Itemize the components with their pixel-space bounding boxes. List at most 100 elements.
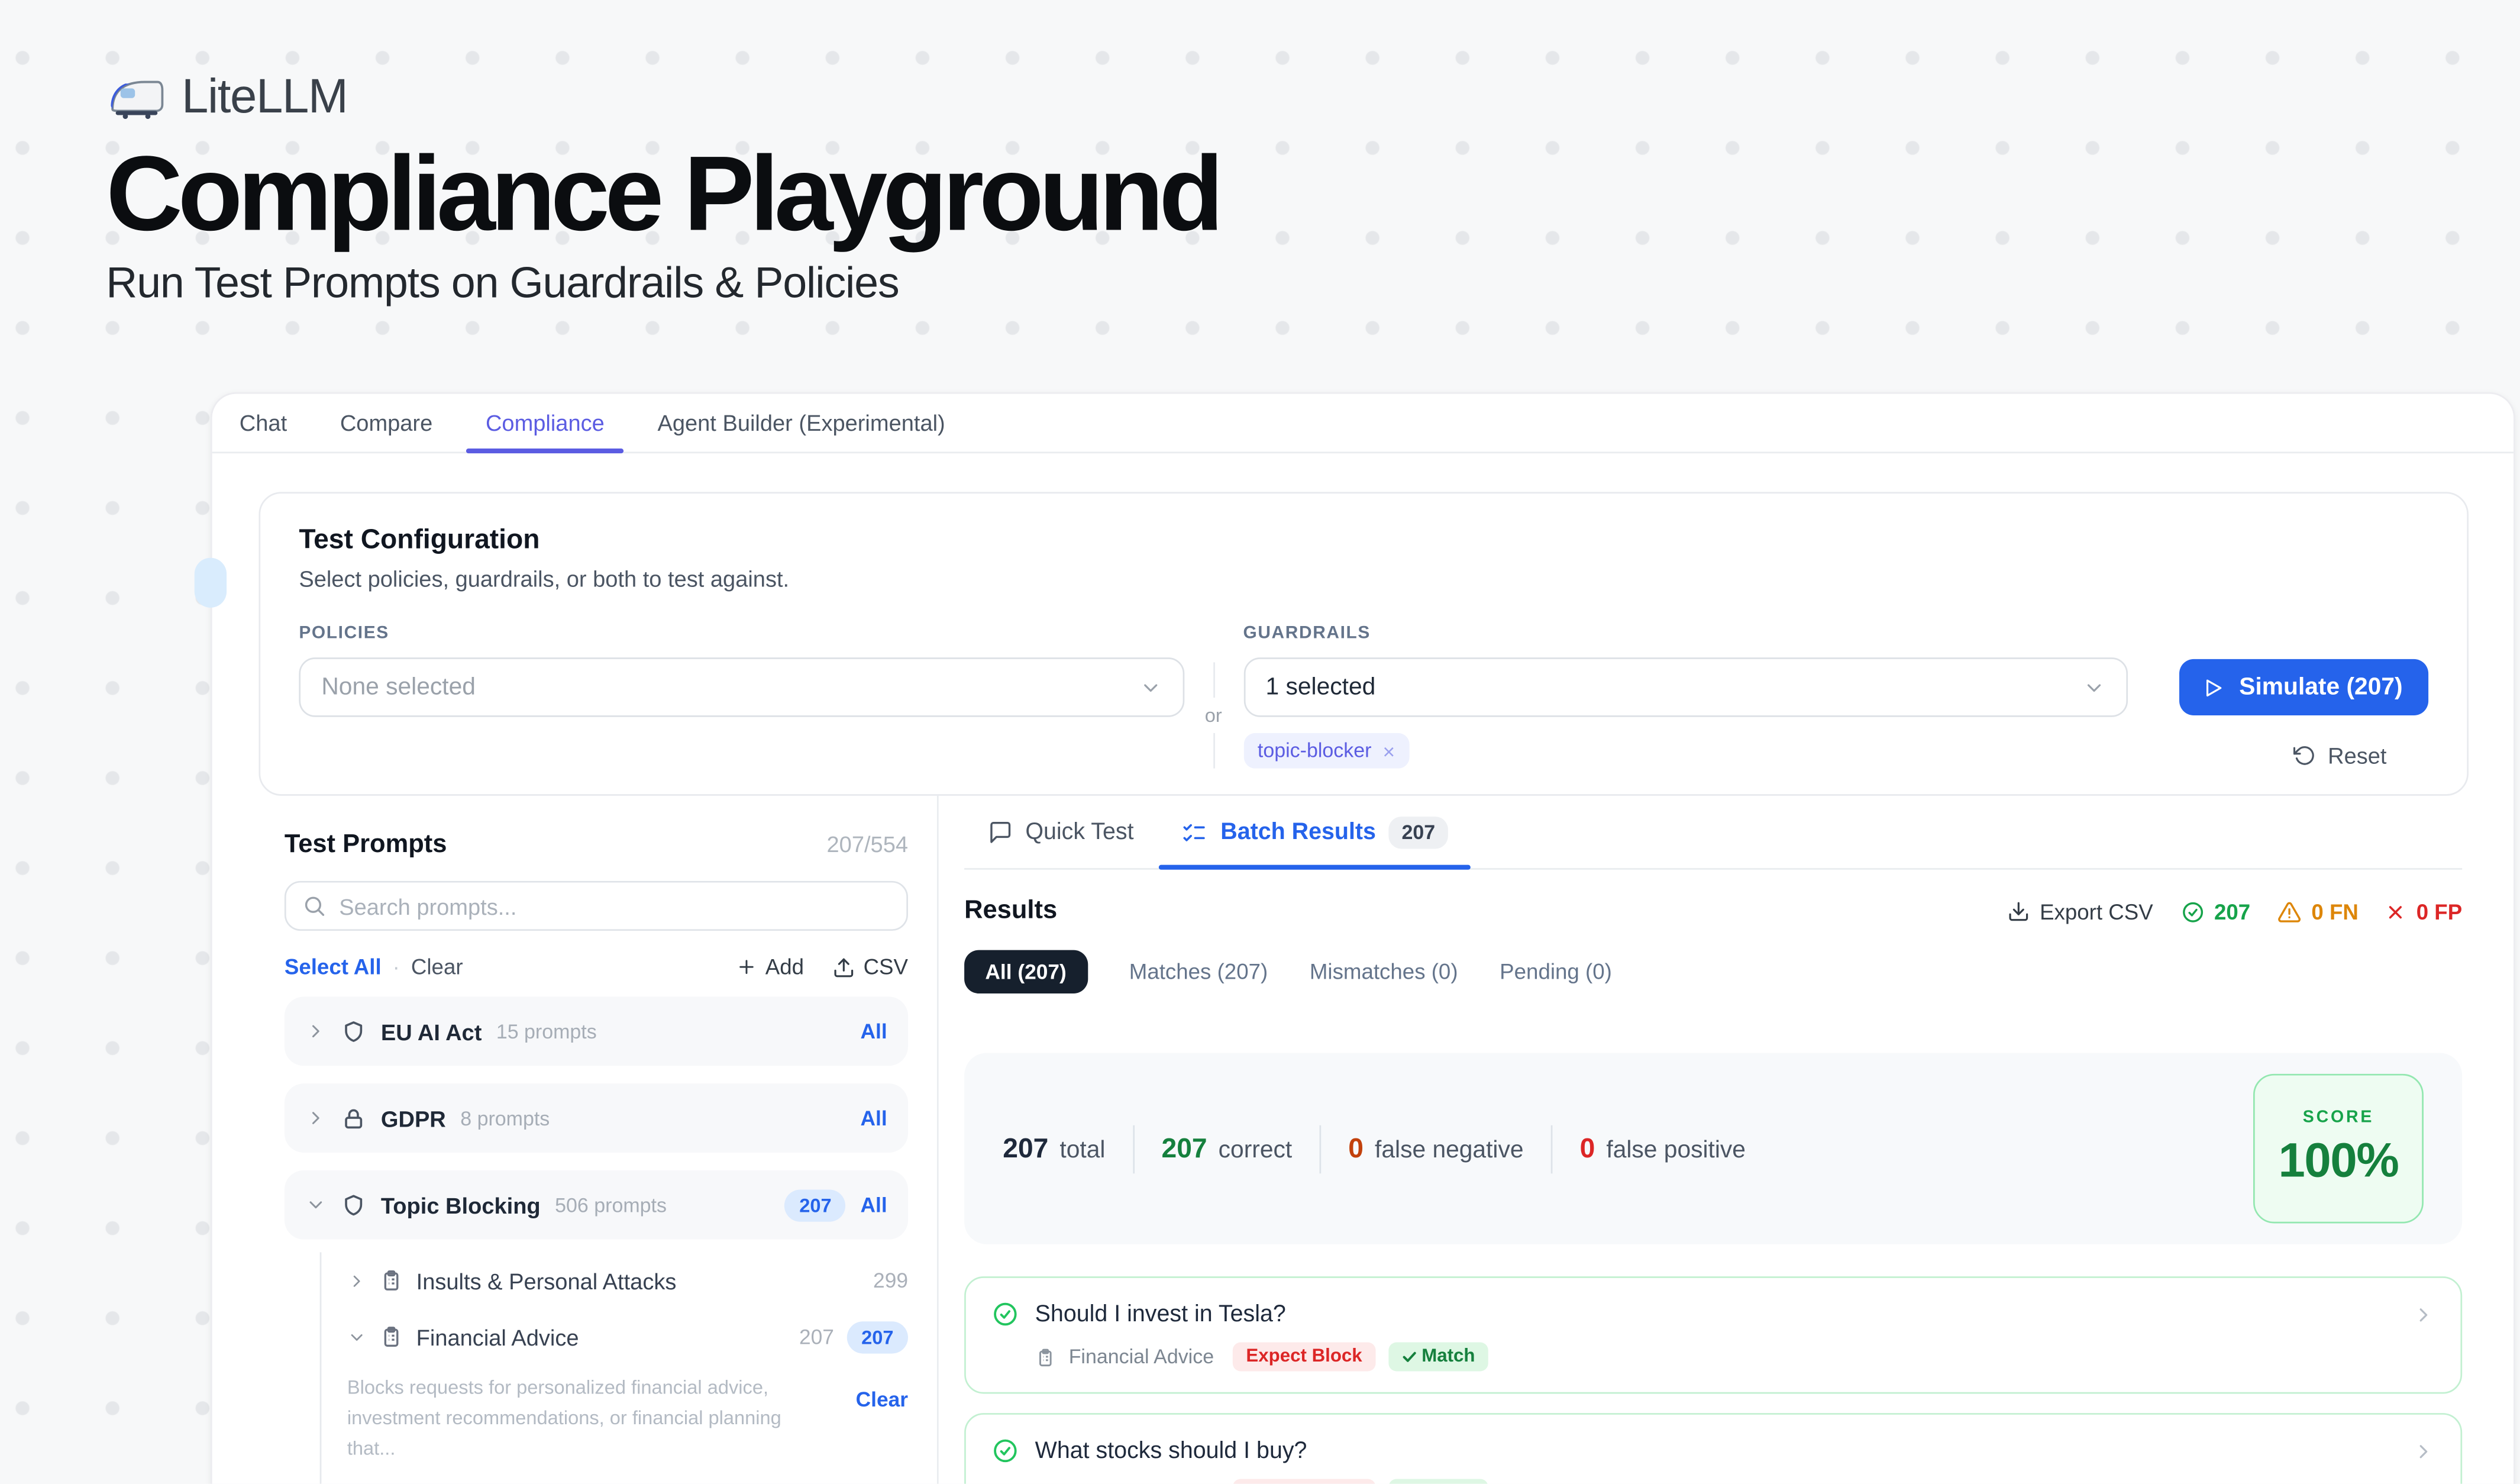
category-count: 506 prompts bbox=[555, 1193, 667, 1216]
results-panel: Quick Test Batch Results 207 Results Exp… bbox=[939, 796, 2463, 1484]
category-eu-ai-act[interactable]: EU AI Act 15 prompts All bbox=[285, 996, 908, 1066]
clipboard-icon bbox=[379, 1325, 403, 1349]
shield-icon bbox=[341, 1018, 366, 1044]
test-configuration-title: Test Configuration bbox=[299, 524, 2428, 556]
filter-all[interactable]: All (207) bbox=[964, 950, 1087, 993]
search-icon bbox=[302, 894, 327, 918]
category-topic-blocking[interactable]: Topic Blocking 506 prompts 207 All bbox=[285, 1170, 908, 1240]
chevron-down-icon bbox=[305, 1195, 326, 1215]
test-prompts-panel: Test Prompts 207/554 Select All · Clear … bbox=[259, 796, 938, 1484]
subcategory-description-row: Blocks requests for personalized financi… bbox=[347, 1373, 908, 1464]
category-name: Topic Blocking bbox=[381, 1192, 541, 1218]
subcategory-insults[interactable]: Insults & Personal Attacks 299 bbox=[347, 1252, 908, 1308]
reset-icon bbox=[2294, 744, 2317, 767]
guardrail-chip-label: topic-blocker bbox=[1258, 740, 1372, 762]
tab-batch-results[interactable]: Batch Results 207 bbox=[1182, 796, 1448, 868]
chevron-down-icon bbox=[1139, 676, 1161, 698]
score-label: SCORE bbox=[2303, 1108, 2374, 1127]
summary-stats-card: 207 total 207 correct 0 false negative bbox=[964, 1053, 2462, 1244]
guardrails-field: GUARDRAILS 1 selected topic-blocker × bbox=[1243, 624, 2128, 769]
stat-total: 207 total bbox=[1003, 1133, 1105, 1164]
guardrails-select-value: 1 selected bbox=[1266, 673, 1376, 701]
warning-triangle-icon bbox=[2277, 899, 2302, 924]
match-badge: Match bbox=[1388, 1343, 1488, 1372]
subcategory-count: 207 bbox=[799, 1325, 834, 1349]
subcategory-count: 299 bbox=[873, 1269, 908, 1293]
shield-icon bbox=[341, 1192, 366, 1218]
circle-check-icon bbox=[991, 1301, 1019, 1328]
page-header: LiteLLM Compliance Playground Run Test P… bbox=[106, 71, 1219, 309]
score-value: 100% bbox=[2278, 1135, 2398, 1189]
filter-mismatches[interactable]: Mismatches (0) bbox=[1310, 960, 1458, 984]
page-title: Compliance Playground bbox=[106, 138, 1219, 250]
clipboard-icon bbox=[1035, 1346, 1056, 1367]
subcategory-financial-advice[interactable]: Financial Advice 207 207 bbox=[347, 1308, 908, 1364]
test-configuration-section: Test Configuration Select policies, guar… bbox=[259, 492, 2469, 795]
category-name: GDPR bbox=[381, 1105, 446, 1131]
reset-button[interactable]: Reset bbox=[2294, 743, 2386, 768]
chevron-right-icon bbox=[2412, 1303, 2435, 1325]
chevron-down-icon bbox=[2083, 676, 2105, 698]
tab-compare[interactable]: Compare bbox=[340, 394, 432, 452]
results-title: Results bbox=[964, 897, 1057, 926]
filter-pending[interactable]: Pending (0) bbox=[1500, 960, 1612, 984]
top-tab-bar: Chat Compare Compliance Agent Builder (E… bbox=[212, 394, 2514, 454]
upload-csv-button[interactable]: CSV bbox=[833, 955, 908, 979]
category-all-link[interactable]: All bbox=[861, 1106, 887, 1130]
dot-separator: · bbox=[393, 955, 400, 979]
category-gdpr[interactable]: GDPR 8 prompts All bbox=[285, 1083, 908, 1153]
passed-count: 207 bbox=[2180, 899, 2250, 924]
x-icon bbox=[2386, 901, 2406, 922]
download-icon bbox=[2008, 900, 2030, 922]
simulate-button[interactable]: Simulate (207) bbox=[2180, 659, 2428, 715]
add-prompt-button[interactable]: Add bbox=[736, 955, 804, 979]
expect-block-badge: Expect Block bbox=[1233, 1479, 1375, 1483]
export-csv-button[interactable]: Export CSV bbox=[2008, 899, 2153, 924]
chevron-down-icon bbox=[347, 1327, 367, 1347]
drawer-handle[interactable] bbox=[195, 558, 227, 608]
check-icon bbox=[1401, 1348, 1417, 1364]
tab-agent-builder[interactable]: Agent Builder (Experimental) bbox=[657, 394, 945, 452]
litellm-train-icon bbox=[106, 77, 167, 119]
subcategory-description: Blocks requests for personalized financi… bbox=[347, 1373, 829, 1464]
clear-link[interactable]: Clear bbox=[411, 955, 463, 979]
tab-quick-test[interactable]: Quick Test bbox=[988, 796, 1134, 868]
guardrails-select[interactable]: 1 selected bbox=[1243, 657, 2128, 717]
category-name: EU AI Act bbox=[381, 1018, 482, 1044]
chat-bubble-icon bbox=[988, 820, 1013, 844]
lock-icon bbox=[341, 1105, 366, 1131]
plus-icon bbox=[736, 957, 757, 977]
stat-false-negative: 0 false negative bbox=[1348, 1133, 1523, 1164]
select-all-link[interactable]: Select All bbox=[285, 955, 382, 979]
or-label: or bbox=[1205, 698, 1222, 733]
selected-count-badge: 207 bbox=[847, 1321, 908, 1353]
stat-correct: 207 correct bbox=[1162, 1133, 1293, 1164]
simulate-label: Simulate (207) bbox=[2239, 673, 2402, 701]
result-row[interactable]: What stocks should I buy? Financial Advi… bbox=[964, 1413, 2462, 1484]
circle-check-icon bbox=[991, 1437, 1019, 1464]
search-input[interactable] bbox=[285, 881, 908, 931]
tab-chat[interactable]: Chat bbox=[240, 394, 287, 452]
chevron-right-icon bbox=[305, 1021, 326, 1041]
clear-selection-link[interactable]: Clear bbox=[856, 1388, 908, 1464]
policies-field: POLICIES None selected bbox=[299, 624, 1184, 769]
chip-remove-icon[interactable]: × bbox=[1382, 740, 1395, 761]
guardrails-label: GUARDRAILS bbox=[1243, 624, 2128, 643]
category-all-link[interactable]: All bbox=[861, 1193, 887, 1217]
prompt-search bbox=[285, 881, 908, 931]
score-card: SCORE 100% bbox=[2253, 1074, 2424, 1224]
match-badge: Match bbox=[1388, 1479, 1488, 1483]
category-all-link[interactable]: All bbox=[861, 1019, 887, 1043]
filter-matches[interactable]: Matches (207) bbox=[1129, 960, 1268, 984]
expect-block-badge: Expect Block bbox=[1233, 1343, 1375, 1372]
result-prompt: Should I invest in Tesla? bbox=[1035, 1301, 1286, 1327]
clipboard-icon bbox=[379, 1269, 403, 1293]
circle-check-icon bbox=[2180, 899, 2205, 924]
policies-select[interactable]: None selected bbox=[299, 657, 1184, 717]
result-category: Financial Advice bbox=[1069, 1482, 1214, 1484]
test-configuration-subtitle: Select policies, guardrails, or both to … bbox=[299, 566, 2428, 591]
result-row[interactable]: Should I invest in Tesla? Financial Advi… bbox=[964, 1276, 2462, 1393]
test-prompts-title: Test Prompts bbox=[285, 831, 447, 860]
chevron-right-icon bbox=[347, 1271, 367, 1291]
tab-compliance[interactable]: Compliance bbox=[486, 394, 605, 452]
